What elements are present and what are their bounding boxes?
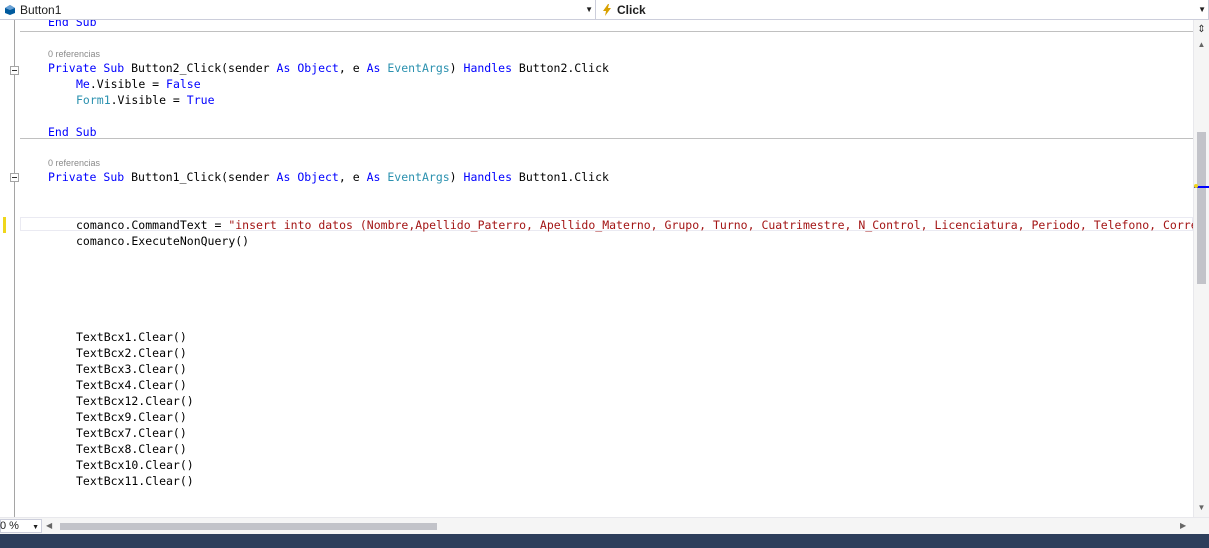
code-line[interactable]: comanco.CommandText = "insert into datos…: [76, 217, 1193, 233]
code-line[interactable]: TextBcx3.Clear(): [76, 361, 187, 377]
code-line[interactable]: Private Sub Button2_Click(sender As Obje…: [48, 60, 609, 76]
codelens-references[interactable]: 0 referencias: [48, 157, 100, 169]
procedure-separator: [20, 138, 1193, 139]
code-line[interactable]: End Sub: [48, 124, 97, 140]
scroll-right-icon[interactable]: ▶: [1180, 520, 1190, 532]
type-name: Form1: [76, 93, 111, 107]
string-literal: "insert into datos (Nombre,Apellido_Pate…: [228, 218, 1193, 232]
vb-class-icon: [2, 2, 18, 18]
scroll-down-icon[interactable]: ▼: [1194, 501, 1209, 515]
keyword: Private: [48, 170, 97, 184]
keyword: Sub: [75, 125, 97, 139]
keyword: As: [366, 170, 381, 184]
event-lightning-icon: [599, 2, 615, 18]
keyword: As: [276, 61, 291, 75]
event-dropdown-label: Click: [617, 2, 646, 17]
horizontal-scroll-thumb[interactable]: [60, 523, 437, 530]
scroll-up-icon[interactable]: ▲: [1194, 38, 1209, 52]
vertical-scroll-thumb[interactable]: [1197, 132, 1206, 284]
keyword: Object: [297, 61, 339, 75]
vertical-scrollbar[interactable]: ⇕ ▲ ▼: [1193, 20, 1209, 517]
keyword: End: [48, 125, 69, 139]
keyword: True: [186, 93, 215, 107]
code-line[interactable]: Me.Visible = False: [76, 76, 201, 92]
code-line[interactable]: TextBcx8.Clear(): [76, 441, 187, 457]
code-line[interactable]: TextBcx1.Clear(): [76, 329, 187, 345]
code-line[interactable]: Private Sub Button1_Click(sender As Obje…: [48, 169, 609, 185]
navigation-bar: Button1 ▼ Click ▼: [0, 0, 1209, 20]
keyword: Me: [76, 77, 90, 91]
outline-guide-line: [14, 20, 15, 517]
type-name: EventArgs: [387, 170, 450, 184]
status-bar: [0, 534, 1209, 548]
event-dropdown[interactable]: Click ▼: [597, 0, 1209, 19]
code-line[interactable]: TextBcx10.Clear(): [76, 457, 194, 473]
scroll-left-icon[interactable]: ◀: [46, 520, 56, 532]
procedure-separator: [20, 31, 1193, 32]
change-marker: [1194, 184, 1198, 188]
keyword: Object: [297, 170, 339, 184]
keyword: End: [48, 20, 69, 29]
keyword: Sub: [75, 20, 97, 29]
code-line[interactable]: TextBcx7.Clear(): [76, 425, 187, 441]
code-line[interactable]: TextBcx4.Clear(): [76, 377, 187, 393]
zoom-dropdown[interactable]: 0 % ▼: [0, 519, 42, 533]
code-line[interactable]: comanco.ExecuteNonQuery(): [76, 233, 249, 249]
keyword: Sub: [103, 170, 125, 184]
code-line[interactable]: TextBcx11.Clear(): [76, 473, 194, 489]
code-editor[interactable]: End Sub 0 referencias Private Sub Button…: [0, 20, 1193, 517]
keyword: Private: [48, 61, 97, 75]
class-dropdown[interactable]: Button1 ▼: [0, 0, 596, 19]
collapse-toggle[interactable]: [10, 173, 19, 182]
keyword: Sub: [103, 61, 125, 75]
code-line[interactable]: TextBcx12.Clear(): [76, 393, 194, 409]
class-dropdown-label: Button1: [20, 2, 62, 17]
code-line[interactable]: TextBcx9.Clear(): [76, 409, 187, 425]
code-line[interactable]: TextBcx2.Clear(): [76, 345, 187, 361]
keyword: False: [166, 77, 201, 91]
codelens-references[interactable]: 0 referencias: [48, 48, 100, 60]
split-window-icon[interactable]: ⇕: [1195, 22, 1208, 37]
keyword: As: [276, 170, 291, 184]
chevron-down-icon[interactable]: ▼: [585, 5, 593, 14]
zoom-value: 0 %: [0, 520, 19, 532]
type-name: EventArgs: [387, 61, 450, 75]
chevron-down-icon[interactable]: ▼: [1198, 5, 1206, 14]
change-tracking-mark: [3, 217, 6, 233]
editor-bottom-bar: 0 % ▼ ◀ ▶: [0, 517, 1209, 534]
keyword: Handles: [463, 61, 512, 75]
chevron-down-icon[interactable]: ▼: [32, 522, 39, 534]
code-line[interactable]: End Sub: [48, 20, 97, 30]
code-line[interactable]: Form1.Visible = True: [76, 92, 215, 108]
keyword: Handles: [463, 170, 512, 184]
collapse-toggle[interactable]: [10, 66, 19, 75]
keyword: As: [366, 61, 381, 75]
indicator-margin[interactable]: [0, 20, 7, 517]
